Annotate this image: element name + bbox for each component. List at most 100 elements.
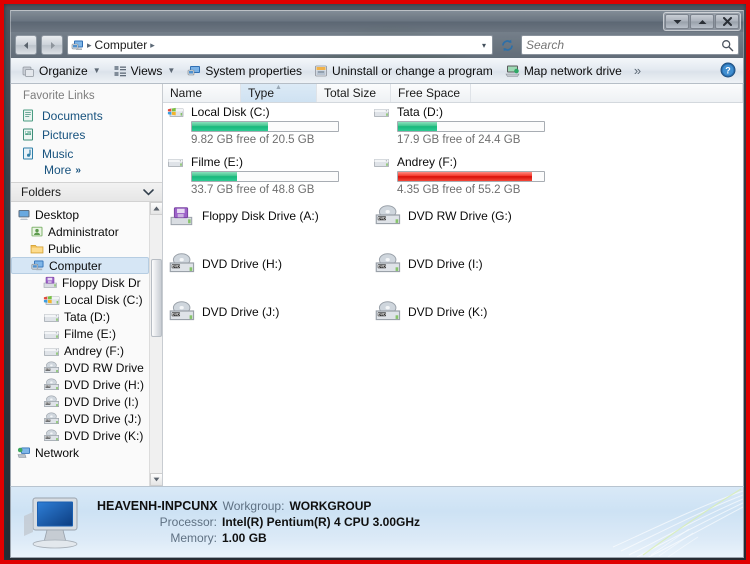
- column-header-total-size[interactable]: Total Size: [317, 84, 391, 102]
- breadcrumb-bar[interactable]: ▸ Computer ▸ ▾: [67, 35, 493, 55]
- refresh-button[interactable]: [497, 35, 517, 55]
- folders-header[interactable]: Folders: [11, 182, 162, 202]
- user-folder-icon: [31, 226, 43, 237]
- drive-item[interactable]: Andrey (F:) 4.35 GB free of 55.2 GB: [371, 153, 547, 198]
- drive-name: DVD Drive (I:): [408, 257, 483, 271]
- memory-value: 1.00 GB: [222, 531, 267, 545]
- drive-item[interactable]: DVD DVD Drive (J:): [165, 301, 281, 321]
- svg-text:DVD: DVD: [45, 403, 50, 405]
- svg-text:?: ?: [725, 66, 731, 76]
- tree-item-dvd-rw-drive[interactable]: DVD DVD RW Drive: [11, 359, 149, 376]
- drive-name: Local Disk (C:): [191, 105, 270, 119]
- tree-item-dvd-drive-h[interactable]: DVD DVD Drive (H:): [11, 376, 149, 393]
- drive-list: Local Disk (C:) 9.82 GB free of 20.5 GB Ta…: [163, 103, 743, 486]
- drive-item[interactable]: DVD DVD RW Drive (G:): [371, 205, 514, 225]
- svg-text:DVD: DVD: [377, 312, 385, 316]
- memory-row: Memory: 1.00 GB: [97, 531, 420, 545]
- dvd-icon: DVD: [374, 205, 400, 225]
- uninstall-program-button[interactable]: Uninstall or change a program: [308, 60, 499, 82]
- minimize-button[interactable]: [665, 14, 689, 29]
- drive-icon-wrap: DVD: [158, 252, 204, 275]
- workgroup-label: Workgroup:: [222, 499, 285, 513]
- drive-item[interactable]: Local Disk (C:) 9.82 GB free of 20.5 GB: [165, 103, 341, 148]
- column-header-type[interactable]: ▲ Type: [241, 84, 317, 102]
- column-header-free-space[interactable]: Free Space: [391, 84, 471, 102]
- tree-item-computer[interactable]: Computer: [11, 257, 149, 274]
- sidebar-more-label: More: [44, 163, 72, 177]
- sidebar-item-label: Music: [42, 146, 74, 161]
- drive-name: DVD Drive (J:): [202, 305, 280, 319]
- network-icon: [17, 447, 30, 458]
- search-input[interactable]: [526, 38, 721, 52]
- tree-item-label: Network: [35, 445, 80, 460]
- computer-name: HEAVENH-INPCUNX: [97, 499, 218, 513]
- tree-item-label: Local Disk (C:): [64, 292, 143, 307]
- drive-item[interactable]: Floppy Disk Drive (A:): [165, 206, 321, 225]
- desktop-icon: [18, 210, 30, 220]
- drive-free-space: 33.7 GB free of 48.8 GB: [191, 184, 315, 196]
- column-header-name[interactable]: Name: [163, 84, 241, 102]
- system-properties-button[interactable]: System properties: [181, 60, 308, 82]
- tree-item-network[interactable]: Network: [11, 444, 149, 461]
- tree-item-tata-d[interactable]: Tata (D:): [11, 308, 149, 325]
- tree-item-dvd-drive-k[interactable]: DVD DVD Drive (K:): [11, 427, 149, 444]
- tree-item-local-disk-c[interactable]: Local Disk (C:): [11, 291, 149, 308]
- favorite-links-header: Favorite Links: [23, 90, 95, 102]
- system-properties-label: System properties: [205, 63, 303, 78]
- tree-item-floppy-disk-dr[interactable]: Floppy Disk Dr: [11, 274, 149, 291]
- tree-item-public[interactable]: Public: [11, 240, 149, 257]
- sidebar-item-documents[interactable]: Documents: [11, 106, 162, 125]
- chevron-down-icon: [673, 19, 681, 24]
- capacity-bar-fill: [192, 122, 268, 131]
- drive-item[interactable]: DVD DVD Drive (K:): [371, 301, 489, 321]
- tree-item-administrator[interactable]: Administrator: [11, 223, 149, 240]
- views-button[interactable]: Views ▼: [107, 60, 182, 82]
- tree-item-dvd-drive-j[interactable]: DVD DVD Drive (J:): [11, 410, 149, 427]
- sidebar-item-label: Pictures: [42, 127, 86, 142]
- drive-name: DVD Drive (H:): [202, 257, 282, 271]
- address-history-button[interactable]: ▾: [478, 41, 490, 50]
- sidebar-item-music[interactable]: Music: [11, 144, 162, 163]
- close-button[interactable]: [715, 14, 739, 29]
- capacity-bar: [397, 121, 545, 132]
- breadcrumb: ▸ Computer ▸: [87, 38, 476, 52]
- tree-item-dvd-drive-i[interactable]: DVD DVD Drive (I:): [11, 393, 149, 410]
- sidebar-more-button[interactable]: More »: [11, 163, 162, 177]
- capacity-bar-fill: [398, 172, 533, 181]
- sidebar-scrollbar[interactable]: [149, 202, 162, 486]
- drive-icon-wrap: DVD: [158, 300, 204, 323]
- breadcrumb-separator-1[interactable]: ▸: [150, 40, 155, 51]
- arrow-right-icon: [50, 41, 55, 49]
- drive-item[interactable]: Filme (E:) 33.7 GB free of 48.8 GB: [165, 153, 341, 198]
- dvd-icon: DVD: [44, 429, 59, 441]
- drive-details: Local Disk (C:) 9.82 GB free of 20.5 GB: [191, 105, 339, 146]
- address-bar: ▸ Computer ▸ ▾: [10, 32, 744, 58]
- organize-button[interactable]: Organize ▼: [15, 60, 107, 82]
- tree-item-desktop[interactable]: Desktop: [11, 206, 149, 223]
- toolbar-overflow-button[interactable]: »: [628, 63, 647, 78]
- breadcrumb-item-computer[interactable]: Computer: [95, 38, 148, 52]
- drive-item[interactable]: DVD DVD Drive (I:): [371, 253, 485, 273]
- chevron-down-icon: [143, 189, 154, 196]
- drive-item[interactable]: Tata (D:) 17.9 GB free of 24.4 GB: [371, 103, 547, 148]
- help-button[interactable]: ?: [720, 62, 736, 81]
- scroll-down-button[interactable]: [149, 473, 162, 486]
- sort-ascending-icon: ▲: [275, 84, 282, 91]
- capacity-bar-fill: [192, 172, 238, 181]
- help-icon: ?: [720, 62, 736, 78]
- title-bar[interactable]: [10, 10, 744, 32]
- disk-icon: [44, 330, 59, 339]
- tree-item-label: DVD Drive (H:): [64, 377, 144, 392]
- tree-item-andrey-f[interactable]: Andrey (F:): [11, 342, 149, 359]
- drive-item[interactable]: DVD DVD Drive (H:): [165, 253, 284, 273]
- map-network-drive-button[interactable]: Map network drive: [499, 60, 628, 82]
- sidebar-item-pictures[interactable]: Pictures: [11, 125, 162, 144]
- column-header-filler: [471, 84, 743, 102]
- search-box[interactable]: [521, 35, 739, 55]
- forward-button[interactable]: [41, 35, 63, 55]
- tree-item-filme-e[interactable]: Filme (E:): [11, 325, 149, 342]
- maximize-button[interactable]: [690, 14, 714, 29]
- back-button[interactable]: [15, 35, 37, 55]
- uninstall-program-icon: [315, 65, 327, 76]
- workgroup-value: WORKGROUP: [289, 499, 372, 513]
